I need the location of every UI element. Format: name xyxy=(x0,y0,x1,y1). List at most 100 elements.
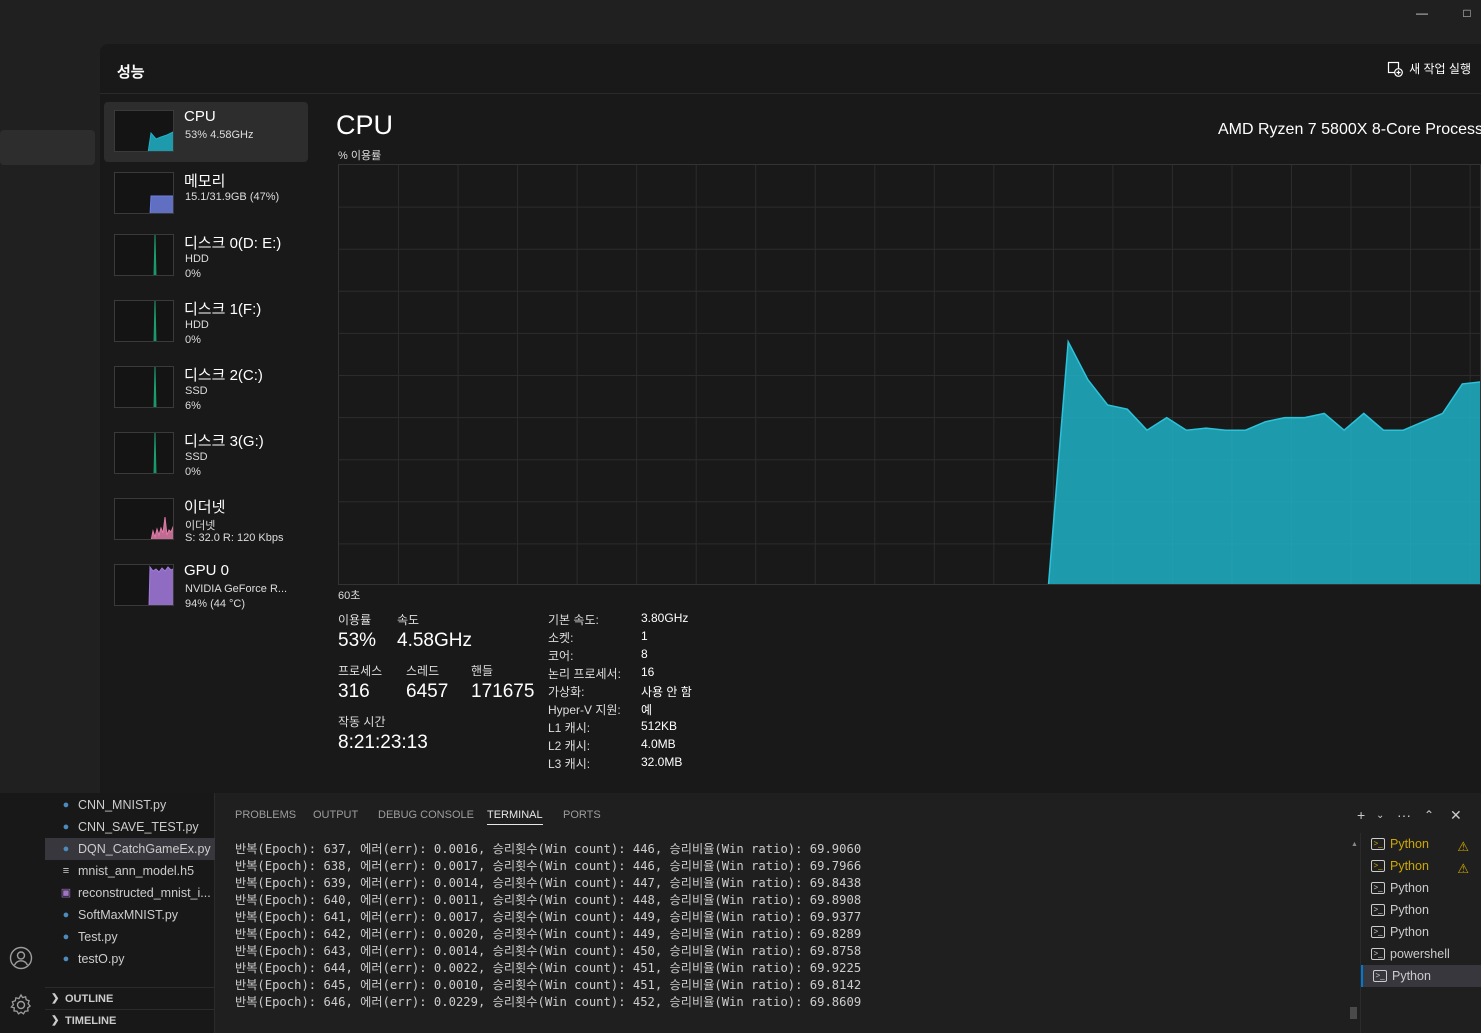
new-task-button[interactable]: 새 작업 실행 xyxy=(1387,60,1471,77)
file-name: CNN_SAVE_TEST.py xyxy=(78,820,199,834)
chevron-down-icon[interactable]: ⌄ xyxy=(1376,810,1384,821)
explorer-file-item[interactable]: ● CNN_SAVE_TEST.py xyxy=(45,816,215,838)
spec-value: 32.0MB xyxy=(641,755,683,769)
terminal-instance[interactable]: >_ Python ⚠ xyxy=(1361,855,1481,877)
tab-ports[interactable]: PORTS xyxy=(563,809,601,821)
terminal-icon: >_ xyxy=(1373,970,1387,982)
resource-name: 디스크 2(C:) xyxy=(184,367,263,384)
terminal-scrollbar[interactable]: ▲ xyxy=(1350,841,1358,1023)
new-terminal-plus-icon[interactable]: + xyxy=(1357,807,1365,823)
resource-sub1: 15.1/31.9GB (47%) xyxy=(185,191,280,203)
terminal-instance[interactable]: >_ Python xyxy=(1361,921,1481,943)
minimize-button[interactable]: — xyxy=(1412,6,1432,24)
resource-item[interactable]: 디스크 0(D: E:) HDD 0% xyxy=(104,226,308,292)
terminal-instance[interactable]: >_ Python xyxy=(1361,899,1481,921)
file-name: DQN_CatchGameEx.py xyxy=(78,842,211,856)
resource-thumbnail-graph xyxy=(114,110,174,152)
resource-sub2: 0% xyxy=(185,466,201,478)
resource-thumbnail-graph xyxy=(114,234,174,276)
terminal-instance[interactable]: >_ Python xyxy=(1361,877,1481,899)
python-icon: ● xyxy=(62,799,70,811)
tab-problems[interactable]: PROBLEMS xyxy=(235,809,296,821)
terminal-name: Python xyxy=(1390,837,1429,851)
file-lines-icon: ≡ xyxy=(62,865,70,877)
new-task-label: 새 작업 실행 xyxy=(1409,62,1471,76)
resource-item[interactable]: 디스크 3(G:) SSD 0% xyxy=(104,424,308,490)
settings-gear-icon[interactable] xyxy=(9,993,33,1017)
explorer-file-item[interactable]: ● SoftMaxMNIST.py xyxy=(45,904,215,926)
terminal-instance[interactable]: >_ Python xyxy=(1361,965,1481,987)
explorer-file-item[interactable]: ≡ mnist_ann_model.h5 xyxy=(45,860,215,882)
performance-panel: 성능 새 작업 실행 CPU 53% 4.58GHz 메모리 15.1/31.9GB … xyxy=(100,44,1481,793)
maximize-button[interactable]: □ xyxy=(1457,6,1477,24)
resource-sub1: 이더넷 xyxy=(185,520,216,532)
mini-graph-icon xyxy=(153,235,157,275)
handle-stat-value: 171675 xyxy=(471,681,535,702)
spec-value: 1 xyxy=(641,629,648,643)
terminal-instance[interactable]: >_ Python ⚠ xyxy=(1361,833,1481,855)
terminal-line: 반복(Epoch): 638, 에러(err): 0.0017, 승리횟수(Wi… xyxy=(235,859,862,873)
file-name: mnist_ann_model.h5 xyxy=(78,864,195,878)
uptime-stat-value: 8:21:23:13 xyxy=(338,732,428,753)
resource-sub1: SSD xyxy=(185,451,208,463)
resource-item[interactable]: GPU 0 NVIDIA GeForce R... 94% (44 °C) xyxy=(104,556,308,622)
explorer-file-item[interactable]: ● Test.py xyxy=(45,926,215,948)
resource-thumbnail-graph xyxy=(114,366,174,408)
explorer-file-item[interactable]: ● testO.py xyxy=(45,948,215,970)
python-icon: ● xyxy=(62,953,70,965)
explorer-file-item[interactable]: ● DQN_CatchGameEx.py xyxy=(45,838,215,860)
explorer-file-item[interactable]: ▣ reconstructed_mnist_i... xyxy=(45,882,215,904)
resource-thumbnail-graph xyxy=(114,432,174,474)
file-name: Test.py xyxy=(78,930,118,944)
tab-terminal[interactable]: TERMINAL xyxy=(487,809,543,825)
panel-header: 성능 새 작업 실행 xyxy=(100,44,1481,94)
spec-label: 코어: xyxy=(548,649,574,663)
image-icon: ▣ xyxy=(60,887,72,899)
terminal-icon: >_ xyxy=(1371,926,1385,938)
chevron-right-icon: ❯ xyxy=(51,1015,60,1026)
resource-name: 디스크 0(D: E:) xyxy=(184,235,282,252)
maximize-panel-icon[interactable]: ⌃ xyxy=(1424,808,1434,822)
terminal-line: 반복(Epoch): 640, 에러(err): 0.0011, 승리횟수(Wi… xyxy=(235,893,862,907)
thread-stat-label: 스레드 xyxy=(406,664,440,678)
outline-section[interactable]: ❯ OUTLINE xyxy=(45,987,215,1009)
file-name: CNN_MNIST.py xyxy=(78,798,167,812)
tab-debug-console[interactable]: DEBUG CONSOLE xyxy=(378,809,474,821)
resource-item[interactable]: CPU 53% 4.58GHz xyxy=(104,102,308,162)
spec-label: L1 캐시: xyxy=(548,721,591,735)
timeline-section[interactable]: ❯ TIMELINE xyxy=(45,1009,215,1031)
terminal-icon: >_ xyxy=(1371,882,1385,894)
scroll-up-icon[interactable]: ▲ xyxy=(1351,841,1358,848)
spec-label: L3 캐시: xyxy=(548,757,591,771)
title-bar: — □ xyxy=(0,0,1481,44)
thread-stat-value: 6457 xyxy=(406,681,449,702)
resource-sub1: 53% 4.58GHz xyxy=(185,129,254,141)
resource-item[interactable]: 디스크 2(C:) SSD 6% xyxy=(104,358,308,424)
tab-output[interactable]: OUTPUT xyxy=(313,809,358,821)
explorer-file-item[interactable]: ● CNN_MNIST.py xyxy=(45,794,215,816)
terminal-line: 반복(Epoch): 641, 에러(err): 0.0017, 승리횟수(Wi… xyxy=(235,910,862,924)
spec-label: 기본 속도: xyxy=(548,613,599,627)
spec-label: 소켓: xyxy=(548,631,574,645)
resource-sub1: SSD xyxy=(185,385,208,397)
nav-item-performance[interactable] xyxy=(0,130,95,165)
close-panel-icon[interactable]: ✕ xyxy=(1450,807,1462,824)
terminal-output[interactable]: 반복(Epoch): 637, 에러(err): 0.0016, 승리횟수(Wi… xyxy=(235,841,861,1011)
resource-item[interactable]: 디스크 1(F:) HDD 0% xyxy=(104,292,308,358)
terminal-instance[interactable]: >_ powershell xyxy=(1361,943,1481,965)
terminal-name: Python xyxy=(1390,925,1429,939)
resource-name: 디스크 1(F:) xyxy=(184,301,262,318)
spec-label: 논리 프로세서: xyxy=(548,667,621,681)
resource-sub1: NVIDIA GeForce R... xyxy=(185,583,288,595)
timeline-label: TIMELINE xyxy=(65,1015,117,1027)
terminal-icon: >_ xyxy=(1371,948,1385,960)
scroll-thumb[interactable] xyxy=(1350,1007,1357,1019)
account-icon[interactable] xyxy=(9,946,33,970)
resource-item[interactable]: 메모리 15.1/31.9GB (47%) xyxy=(104,164,308,230)
resource-item[interactable]: 이더넷 이더넷 S: 32.0 R: 120 Kbps xyxy=(104,490,308,556)
more-actions-icon[interactable]: ··· xyxy=(1397,807,1411,823)
spec-value: 사용 안 함 xyxy=(641,685,692,699)
python-icon: ● xyxy=(62,931,70,943)
terminal-line: 반복(Epoch): 637, 에러(err): 0.0016, 승리횟수(Wi… xyxy=(235,842,862,856)
python-icon: ● xyxy=(62,909,70,921)
